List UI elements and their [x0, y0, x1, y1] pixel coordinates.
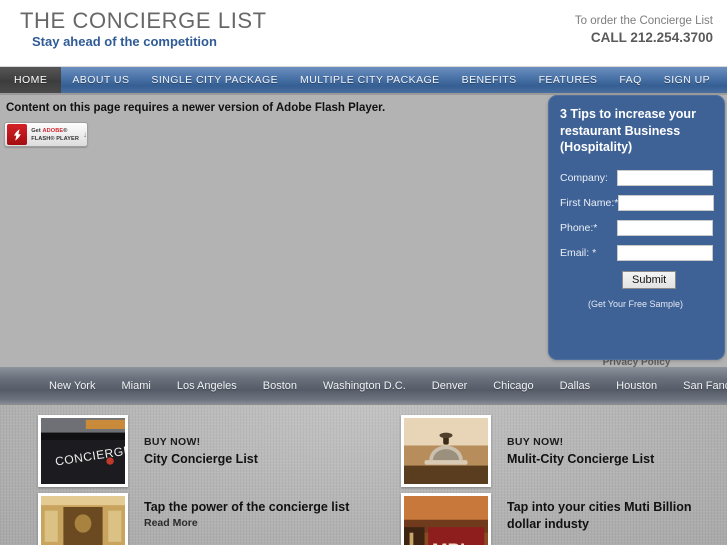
promo-title: Mulit-City Concierge List: [507, 452, 655, 466]
city-link-chicago[interactable]: Chicago: [480, 380, 546, 392]
city-link-boston[interactable]: Boston: [250, 380, 310, 392]
promo-title: City Concierge List: [144, 452, 258, 466]
brand-title: THE CONCIERGE LIST: [20, 8, 267, 33]
nav-item-faq[interactable]: FAQ: [608, 67, 652, 93]
city-link-washington-dc[interactable]: Washington D.C.: [310, 380, 419, 392]
promo-row-articles: Tap the power of the concierge list Read…: [0, 487, 727, 545]
promo-card-multi-city-concierge-list[interactable]: BUY NOW! Mulit-City Concierge List: [363, 405, 726, 487]
nav-item-benefits[interactable]: BENEFITS: [451, 67, 528, 93]
email-input[interactable]: [617, 244, 713, 261]
label-first-name: First Name:*: [560, 196, 619, 209]
form-row-phone: Phone:*: [560, 219, 713, 236]
panel-title: 3 Tips to increase your restaurant Busin…: [560, 107, 696, 154]
promo-text: Tap into your cities Muti Billion dollar…: [507, 493, 692, 533]
free-sample-note: (Get Your Free Sample): [588, 298, 684, 309]
call-phone-text: CALL 212.254.3700: [590, 30, 713, 45]
nav-item-single-city-package[interactable]: SINGLE CITY PACKAGE: [140, 67, 289, 93]
flash-button-line2: FLASH® PLAYER: [31, 135, 79, 142]
promo-text: BUY NOW! City Concierge List: [144, 415, 258, 469]
form-row-first-name: First Name:*: [560, 194, 715, 211]
promo-row-buy-now: CONCIERGE BUY NOW! City Concierge List B…: [0, 405, 727, 487]
flash-required-message: Content on this page requires a newer ve…: [6, 102, 386, 114]
adobe-flash-icon: [7, 124, 28, 145]
lead-capture-panel: 3 Tips to increase your restaurant Busin…: [548, 95, 725, 360]
company-input[interactable]: [617, 169, 713, 186]
order-text: To order the Concierge List: [574, 15, 713, 27]
promo-text: BUY NOW! Mulit-City Concierge List: [507, 415, 654, 469]
adobe-word: ADOBE: [42, 127, 64, 134]
city-link-new-york[interactable]: New York: [36, 380, 108, 392]
storefront-photo: MPL: [401, 493, 491, 545]
header-contact: To order the Concierge List CALL 212.254…: [575, 13, 713, 46]
promo-text: Tap the power of the concierge list Read…: [144, 493, 349, 531]
promo-card-city-concierge-list[interactable]: CONCIERGE BUY NOW! City Concierge List: [0, 405, 363, 487]
promo-card-tap-the-power[interactable]: Tap the power of the concierge list Read…: [0, 487, 363, 545]
promo-section: CONCIERGE BUY NOW! City Concierge List B…: [0, 405, 727, 545]
download-arrow-icon: ↓: [83, 130, 87, 139]
svg-text:MPL: MPL: [432, 540, 471, 545]
label-company: Company:: [560, 171, 608, 184]
form-row-email: Email: *: [560, 244, 713, 261]
nav-item-about-us[interactable]: ABOUT US: [61, 67, 140, 93]
city-link-denver[interactable]: Denver: [419, 380, 480, 392]
city-link-miami[interactable]: Miami: [108, 380, 163, 392]
submit-button[interactable]: Submit: [622, 270, 677, 289]
service-bell-photo: [401, 415, 491, 487]
first-name-input[interactable]: [618, 194, 715, 211]
city-link-houston[interactable]: Houston: [603, 380, 670, 392]
submit-row: Submit: [622, 270, 713, 289]
hotel-lobby-photo: [38, 493, 128, 545]
read-more-link[interactable]: Read More: [144, 516, 349, 531]
promo-kicker: BUY NOW!: [144, 436, 201, 448]
city-navigation-bar: New York Miami Los Angeles Boston Washin…: [0, 367, 727, 405]
promo-title: Tap the power of the concierge list: [144, 500, 350, 514]
nav-item-features[interactable]: FEATURES: [528, 67, 609, 93]
promo-card-tap-into-your-cities[interactable]: MPL Tap into your cities Muti Billion do…: [363, 487, 726, 545]
label-phone: Phone:*: [560, 221, 598, 234]
nav-item-free-sample[interactable]: FREE SAMPLE: [721, 67, 727, 93]
promo-title: Tap into your cities Muti Billion: [507, 500, 692, 514]
city-link-los-angeles[interactable]: Los Angeles: [164, 380, 250, 392]
promo-title-line2: dollar industy: [507, 517, 589, 531]
flash-content-stage: Content on this page requires a newer ve…: [0, 95, 727, 367]
brand-tagline: Stay ahead of the competition: [32, 34, 217, 49]
city-link-san-francisco[interactable]: San Fancisco: [670, 380, 727, 392]
page-root: THE CONCIERGE LIST Stay ahead of the com…: [0, 0, 727, 545]
flash-button-line1: Get ADOBE®: [31, 127, 68, 134]
phone-input[interactable]: [617, 219, 713, 236]
concierge-sign-photo: CONCIERGE: [38, 415, 128, 487]
site-header: THE CONCIERGE LIST Stay ahead of the com…: [0, 0, 727, 67]
get-adobe-flash-player-button[interactable]: Get ADOBE® FLASH® PLAYER ↓: [4, 122, 88, 147]
flash-button-text: Get ADOBE® FLASH® PLAYER: [31, 127, 79, 143]
nav-item-sign-up[interactable]: SIGN UP: [653, 67, 721, 93]
nav-item-multiple-city-package[interactable]: MULTIPLE CITY PACKAGE: [289, 67, 451, 93]
city-link-dallas[interactable]: Dallas: [547, 380, 604, 392]
nav-item-home[interactable]: HOME: [0, 67, 62, 93]
label-email: Email: *: [560, 246, 597, 259]
promo-kicker: BUY NOW!: [507, 436, 564, 448]
main-navigation: HOME ABOUT US SINGLE CITY PACKAGE MULTIP…: [0, 67, 727, 95]
form-row-company: Company:: [560, 169, 713, 186]
brand-logo[interactable]: THE CONCIERGE LIST Stay ahead of the com…: [20, 8, 267, 50]
